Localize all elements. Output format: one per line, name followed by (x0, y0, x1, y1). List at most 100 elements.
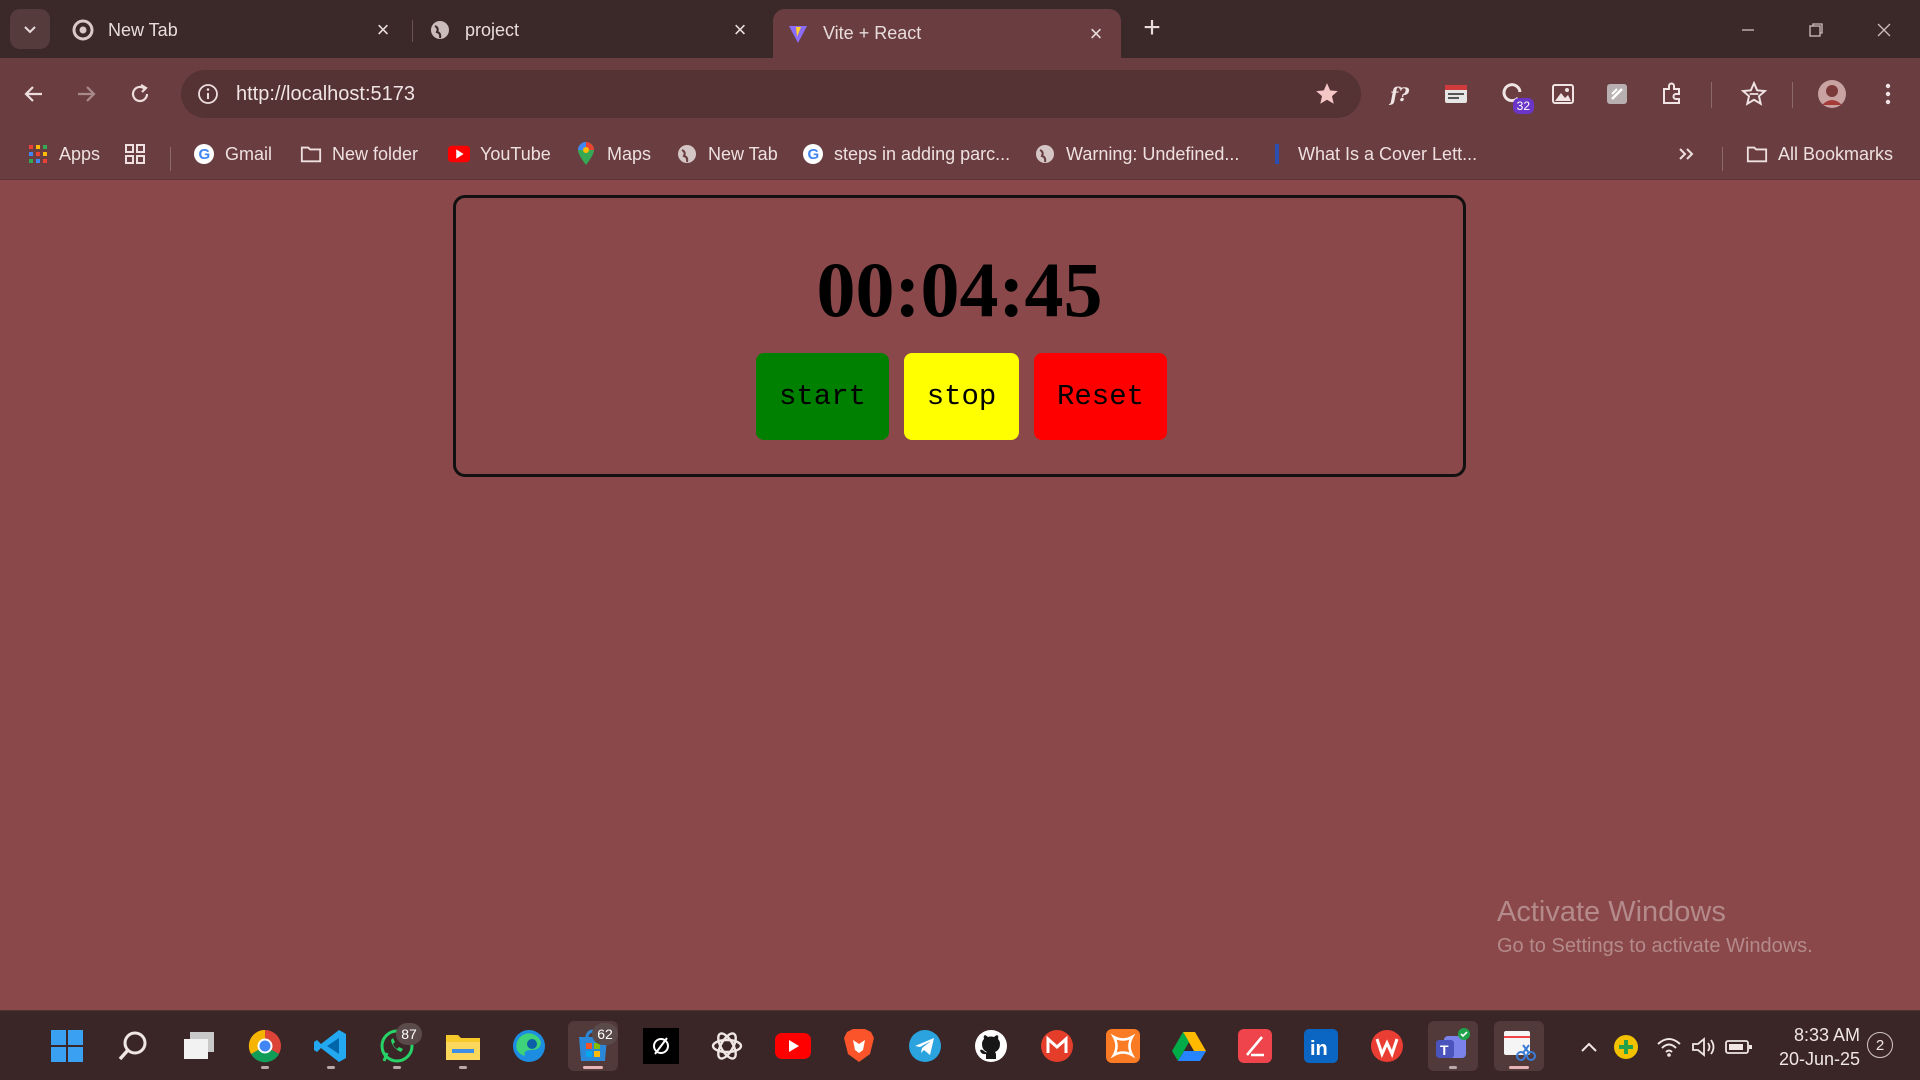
running-indicator (1509, 1066, 1529, 1069)
tab-vite-react[interactable]: Vite + React × (773, 9, 1121, 58)
github-icon[interactable] (966, 1021, 1016, 1071)
note-icon[interactable] (1599, 76, 1635, 112)
bookmark-maps[interactable]: Maps (575, 138, 651, 170)
image-icon[interactable] (1545, 76, 1581, 112)
function-icon[interactable]: f? (1383, 76, 1419, 112)
google-icon: G (802, 143, 824, 165)
chrome-icon[interactable] (240, 1021, 290, 1071)
task-view-icon[interactable] (174, 1021, 224, 1071)
profile-avatar[interactable] (1814, 76, 1850, 112)
close-window-button[interactable] (1862, 12, 1906, 48)
watermark-subtitle: Go to Settings to activate Windows. (1497, 935, 1813, 957)
restore-button[interactable] (1794, 12, 1838, 48)
site-info-icon[interactable] (196, 82, 220, 106)
address-bar[interactable] (181, 70, 1361, 118)
security-tray-icon[interactable] (1612, 1033, 1640, 1061)
brave-icon[interactable] (834, 1021, 884, 1071)
svg-text:f?: f? (1388, 84, 1410, 106)
bookmark-youtube[interactable]: YouTube (448, 138, 551, 170)
bookmark-label: Warning: Undefined... (1066, 143, 1240, 164)
bookmark-new-tab[interactable]: New Tab (676, 138, 778, 170)
start-button[interactable]: start (756, 353, 889, 440)
toolbar-separator (1711, 82, 1712, 108)
tab-separator (412, 20, 413, 42)
close-icon[interactable]: × (368, 15, 398, 45)
maps-icon (575, 142, 597, 165)
wifi-icon[interactable] (1655, 1033, 1683, 1061)
folder-icon (1746, 143, 1768, 165)
puzzle-icon[interactable] (1654, 76, 1690, 112)
system-clock[interactable]: 8:33 AM 20-Jun-25 (1764, 1023, 1860, 1071)
edge-icon[interactable] (504, 1021, 554, 1071)
search-icon[interactable] (108, 1021, 158, 1071)
bookmark-tab-groups[interactable] (124, 138, 156, 170)
bookmark-warning[interactable]: Warning: Undefined... (1034, 138, 1239, 170)
bookmarks-bar: Apps G Gmail New folder YouTube Maps New (0, 130, 1920, 180)
stop-button[interactable]: stop (904, 353, 1019, 440)
bookmark-gmail[interactable]: G Gmail (193, 138, 272, 170)
youtube-icon (448, 143, 470, 165)
telegram-icon[interactable] (900, 1021, 950, 1071)
bookmark-cover-letter[interactable]: What Is a Cover Lett... (1266, 138, 1477, 170)
snippet-icon[interactable] (1438, 76, 1474, 112)
snipping-tool-icon[interactable] (1494, 1021, 1544, 1071)
vite-icon (787, 23, 809, 45)
reload-button[interactable] (120, 74, 160, 114)
all-bookmarks-button[interactable]: All Bookmarks (1746, 138, 1893, 170)
stopwatch-time: 00:04:45 (816, 246, 1103, 333)
battery-icon[interactable] (1725, 1033, 1753, 1061)
new-tab-button[interactable]: + (1136, 11, 1168, 44)
extension-badge: 32 (1512, 98, 1534, 114)
svg-text:T: T (1440, 1042, 1449, 1058)
url-input[interactable] (236, 82, 1311, 106)
xampp-icon[interactable] (1098, 1021, 1148, 1071)
teams-icon[interactable]: T (1428, 1021, 1478, 1071)
youtube-icon[interactable] (768, 1021, 818, 1071)
drive-icon[interactable] (1164, 1021, 1214, 1071)
bookmark-new-folder[interactable]: New folder (300, 138, 418, 170)
svg-text:G: G (808, 146, 820, 163)
bookmark-label: Apps (59, 143, 101, 164)
globe-icon (429, 19, 451, 41)
bookmark-page-icon (1266, 143, 1288, 165)
chevron-up-icon[interactable] (1575, 1033, 1603, 1061)
apps-grid-icon (27, 143, 49, 165)
back-button[interactable] (14, 74, 54, 114)
tab-new-tab[interactable]: New Tab × (58, 9, 408, 51)
wps-icon[interactable] (1362, 1021, 1412, 1071)
running-indicator (583, 1066, 603, 1069)
bookmark-apps[interactable]: Apps (27, 138, 100, 170)
bookmark-star-icon[interactable] (1736, 76, 1772, 112)
running-indicator (261, 1066, 269, 1069)
notion-icon[interactable] (636, 1021, 686, 1071)
bookmark-label: steps in adding parc... (834, 143, 1011, 164)
tab-strip: New Tab × project × Vite + React × + (0, 0, 1920, 58)
running-indicator (393, 1066, 401, 1069)
tab-search-button[interactable] (10, 9, 50, 49)
notification-badge[interactable]: 2 (1867, 1032, 1893, 1058)
tab-project[interactable]: project × (415, 9, 765, 51)
linkedin-icon[interactable]: in (1296, 1021, 1346, 1071)
chatgpt-icon[interactable] (702, 1021, 752, 1071)
arrow-right-icon (78, 86, 96, 102)
reset-button[interactable]: Reset (1034, 353, 1167, 440)
bookmark-steps[interactable]: G steps in adding parc... (802, 138, 1010, 170)
volume-icon[interactable] (1690, 1033, 1718, 1061)
close-icon[interactable]: × (725, 15, 755, 45)
globe-icon (676, 143, 698, 165)
forward-button[interactable] (66, 74, 106, 114)
more-menu-icon[interactable] (1870, 76, 1906, 112)
whatsapp-icon[interactable]: 87 (372, 1021, 422, 1071)
vscode-icon[interactable] (306, 1021, 356, 1071)
close-icon[interactable]: × (1081, 19, 1111, 49)
minimize-button[interactable] (1726, 12, 1770, 48)
store-icon[interactable]: 62 (568, 1021, 618, 1071)
more-bookmarks-button[interactable] (1676, 138, 1696, 170)
clock-time: 8:33 AM (1793, 1025, 1860, 1045)
bookmark-star-icon[interactable] (1311, 78, 1343, 110)
windows-start-icon[interactable] (42, 1021, 92, 1071)
file-explorer-icon[interactable] (438, 1021, 488, 1071)
refresh-badge-icon[interactable]: 32 (1494, 76, 1534, 114)
gmail-icon[interactable] (1032, 1021, 1082, 1071)
pdf-icon[interactable] (1230, 1021, 1280, 1071)
